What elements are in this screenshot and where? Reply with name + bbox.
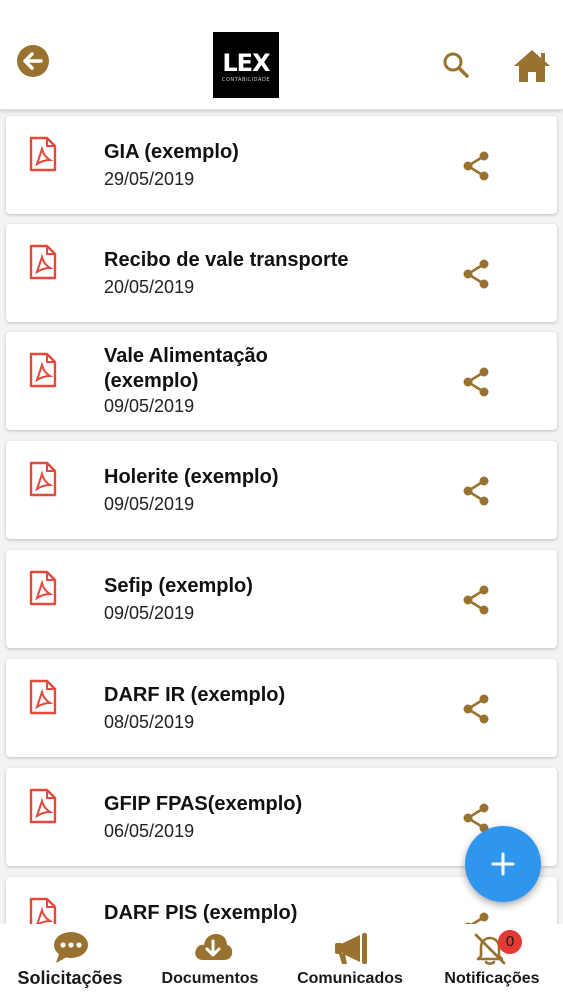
search-button[interactable] <box>441 50 471 80</box>
document-item[interactable]: Recibo de vale transporte 20/05/2019 <box>6 224 557 322</box>
home-button[interactable] <box>512 48 552 84</box>
bottom-navigation: Solicitações Documentos Comunicados Noti… <box>0 924 563 1000</box>
share-icon <box>464 912 489 924</box>
share-button[interactable] <box>460 911 492 924</box>
document-date: 09/05/2019 <box>104 494 195 514</box>
share-button[interactable] <box>460 366 492 398</box>
nav-comunicados[interactable]: Comunicados <box>285 924 415 1000</box>
document-item[interactable]: DARF IR (exemplo) 08/05/2019 <box>6 659 557 757</box>
nav-label: Documentos <box>161 970 259 987</box>
document-item[interactable]: Holerite (exemplo) 09/05/2019 <box>6 441 557 539</box>
document-title: Sefip (exemplo) <box>104 575 253 597</box>
document-title: DARF IR (exemplo) <box>104 684 286 706</box>
document-title: DARF PIS (exemplo) <box>104 902 298 924</box>
cloud-download-icon <box>195 934 233 960</box>
share-icon <box>463 259 489 289</box>
app-screen: LEX CONTABILIDADE GIA (exemplo) 29/05/20… <box>0 0 563 1000</box>
chat-bubble-icon <box>54 932 88 963</box>
logo-text: LEX <box>222 49 270 77</box>
nav-label: Notificações <box>444 970 540 987</box>
document-title: Vale Alimentação (exemplo) <box>104 345 268 392</box>
nav-label: Solicitações <box>17 968 123 988</box>
search-icon <box>443 52 469 78</box>
pdf-file-icon <box>29 897 57 924</box>
share-icon <box>463 151 489 181</box>
document-title: Holerite (exemplo) <box>104 466 279 488</box>
pdf-file-icon <box>29 679 57 715</box>
share-icon <box>463 585 489 615</box>
share-icon <box>463 476 489 506</box>
nav-notificacoes[interactable]: Notificações <box>427 924 557 1000</box>
document-item[interactable]: GIA (exemplo) 29/05/2019 <box>6 116 557 214</box>
document-title: Recibo de vale transporte <box>104 249 349 271</box>
home-icon <box>514 50 550 82</box>
share-icon <box>463 367 489 397</box>
company-logo: LEX CONTABILIDADE <box>213 32 279 98</box>
share-button[interactable] <box>460 584 492 616</box>
pdf-file-icon <box>29 461 57 497</box>
document-title: GFIP FPAS(exemplo) <box>104 793 303 815</box>
arrow-left-circle-icon <box>17 45 49 77</box>
document-date: 09/05/2019 <box>104 396 195 416</box>
share-button[interactable] <box>460 150 492 182</box>
share-button[interactable] <box>460 475 492 507</box>
share-button[interactable] <box>460 693 492 725</box>
document-date: 08/05/2019 <box>104 712 195 732</box>
document-date: 20/05/2019 <box>104 277 195 297</box>
share-button[interactable] <box>460 258 492 290</box>
nav-documentos[interactable]: Documentos <box>145 924 275 1000</box>
notification-count-badge: 0 <box>498 930 522 954</box>
pdf-file-icon <box>29 570 57 606</box>
pdf-file-icon <box>29 244 57 280</box>
top-app-bar: LEX CONTABILIDADE <box>0 0 563 110</box>
document-list: GIA (exemplo) 29/05/2019 Recibo de vale … <box>0 110 563 924</box>
document-date: 06/05/2019 <box>104 821 195 841</box>
pdf-file-icon <box>29 136 57 172</box>
nav-label: Comunicados <box>297 970 403 987</box>
pdf-file-icon <box>29 352 57 388</box>
plus-icon <box>491 852 515 876</box>
document-title: GIA (exemplo) <box>104 141 239 163</box>
megaphone-icon <box>335 933 367 964</box>
back-button[interactable] <box>16 44 50 78</box>
add-fab-button[interactable] <box>465 826 541 902</box>
share-icon <box>463 694 489 724</box>
document-date: 09/05/2019 <box>104 603 195 623</box>
logo-subtext: CONTABILIDADE <box>221 77 271 83</box>
document-item[interactable]: Sefip (exemplo) 09/05/2019 <box>6 550 557 648</box>
pdf-file-icon <box>29 788 57 824</box>
document-item[interactable]: Vale Alimentação (exemplo) 09/05/2019 <box>6 332 557 430</box>
document-date: 29/05/2019 <box>104 169 195 189</box>
nav-solicitacoes[interactable]: Solicitações <box>0 924 140 1000</box>
